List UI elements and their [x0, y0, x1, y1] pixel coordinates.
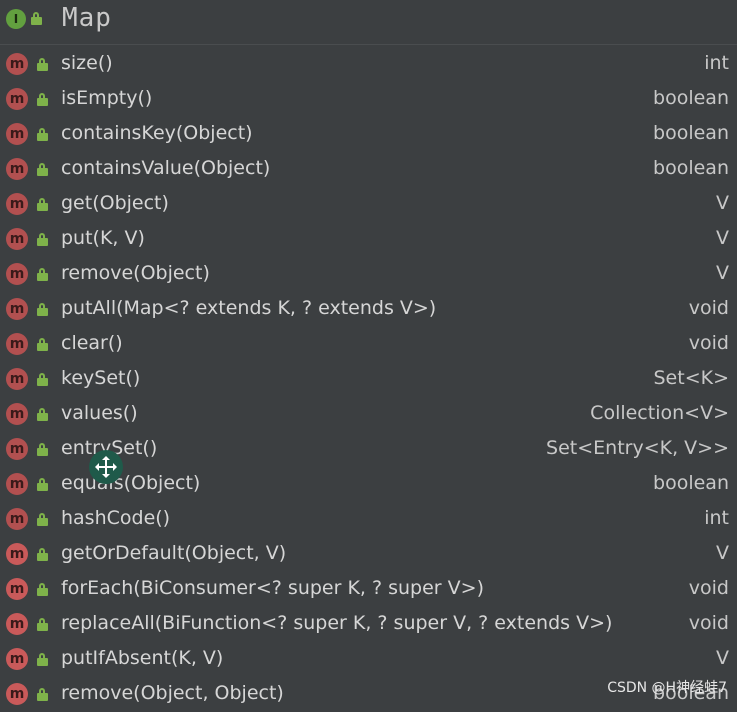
method-row[interactable]: m remove(Object) V [0, 257, 737, 292]
method-return-type: void [688, 577, 729, 599]
method-return-type: void [688, 297, 729, 319]
method-name: put(K, V) [61, 227, 145, 249]
method-row[interactable]: m putAll(Map<? extends K, ? extends V>) vo… [0, 292, 737, 327]
method-name: putIfAbsent(K, V) [61, 647, 224, 669]
method-row[interactable]: m isEmpty() boolean [0, 82, 737, 117]
method-name: containsKey(Object) [61, 122, 253, 144]
public-lock-icon [37, 303, 49, 316]
method-icon: m [6, 333, 28, 355]
method-return-type: V [716, 542, 729, 564]
method-row[interactable]: m get(Object) V [0, 187, 737, 222]
method-icon: m [6, 508, 28, 530]
method-name: keySet() [61, 367, 141, 389]
method-name: values() [61, 402, 138, 424]
method-name: putAll(Map<? extends K, ? extends V>) [61, 297, 437, 319]
method-name: equals(Object) [61, 472, 201, 494]
method-row[interactable]: m containsKey(Object) boolean [0, 117, 737, 152]
method-name: remove(Object) [61, 262, 210, 284]
method-name: get(Object) [61, 192, 169, 214]
public-lock-icon [37, 233, 49, 246]
move-cursor-icon [89, 450, 123, 484]
public-lock-icon [37, 548, 49, 561]
method-return-type: Collection<V> [590, 402, 729, 424]
public-lock-icon [37, 478, 49, 491]
interface-icon: I [6, 9, 26, 29]
method-return-type: V [716, 262, 729, 284]
method-return-type: void [688, 612, 729, 634]
method-row[interactable]: m keySet() Set<K> [0, 362, 737, 397]
method-icon: m [6, 193, 28, 215]
method-row[interactable]: m clear() void [0, 327, 737, 362]
method-icon: m [6, 648, 28, 670]
method-row[interactable]: m replaceAll(BiFunction<? super K, ? supe… [0, 607, 737, 642]
method-name: isEmpty() [61, 87, 153, 109]
public-lock-icon [37, 338, 49, 351]
public-lock-icon [37, 163, 49, 176]
public-lock-icon [37, 268, 49, 281]
method-name: getOrDefault(Object, V) [61, 542, 287, 564]
method-return-type: boolean [653, 157, 729, 179]
method-row[interactable]: m putIfAbsent(K, V) V [0, 642, 737, 677]
method-return-type: int [704, 507, 729, 529]
method-icon: m [6, 298, 28, 320]
method-return-type: Set<K> [653, 367, 730, 389]
public-lock-icon [37, 408, 49, 421]
method-name: size() [61, 52, 113, 74]
public-lock-icon [37, 618, 49, 631]
method-row[interactable]: m forEach(BiConsumer<? super K, ? super V… [0, 572, 737, 607]
method-row[interactable]: m hashCode() int [0, 502, 737, 537]
method-return-type: boolean [653, 122, 729, 144]
public-lock-icon [37, 198, 49, 211]
method-return-type: void [688, 332, 729, 354]
method-icon: m [6, 158, 28, 180]
public-lock-icon [37, 688, 49, 701]
method-name: replaceAll(BiFunction<? super K, ? super… [61, 612, 613, 634]
method-icon: m [6, 263, 28, 285]
method-return-type: int [704, 52, 729, 74]
method-name: forEach(BiConsumer<? super K, ? super V>… [61, 577, 484, 599]
public-lock-icon [37, 128, 49, 141]
public-lock-icon [37, 513, 49, 526]
method-icon: m [6, 368, 28, 390]
method-return-type: Set<Entry<K, V>> [546, 437, 729, 459]
method-name: containsValue(Object) [61, 157, 271, 179]
public-lock-icon [37, 93, 49, 106]
method-return-type: V [716, 227, 729, 249]
method-name: clear() [61, 332, 123, 354]
method-row[interactable]: m put(K, V) V [0, 222, 737, 257]
structure-header: I Map [0, 0, 737, 45]
method-icon: m [6, 228, 28, 250]
public-lock-icon [31, 12, 43, 25]
method-icon: m [6, 683, 28, 705]
method-return-type: boolean [653, 472, 729, 494]
method-icon: m [6, 88, 28, 110]
method-return-type: boolean [653, 87, 729, 109]
method-row[interactable]: m size() int [0, 47, 737, 82]
watermark-text: CSDN @H神经蛙7 [607, 680, 727, 696]
method-icon: m [6, 123, 28, 145]
public-lock-icon [37, 58, 49, 71]
public-lock-icon [37, 653, 49, 666]
interface-title: Map [62, 3, 112, 33]
method-row[interactable]: m values() Collection<V> [0, 397, 737, 432]
method-icon: m [6, 613, 28, 635]
method-icon: m [6, 473, 28, 495]
method-return-type: V [716, 192, 729, 214]
public-lock-icon [37, 583, 49, 596]
method-icon: m [6, 53, 28, 75]
method-row[interactable]: m getOrDefault(Object, V) V [0, 537, 737, 572]
method-name: remove(Object, Object) [61, 682, 284, 704]
method-row[interactable]: m containsValue(Object) boolean [0, 152, 737, 187]
method-return-type: V [716, 647, 729, 669]
method-icon: m [6, 403, 28, 425]
method-name: hashCode() [61, 507, 171, 529]
method-icon: m [6, 438, 28, 460]
method-icon: m [6, 578, 28, 600]
method-icon: m [6, 543, 28, 565]
public-lock-icon [37, 443, 49, 456]
public-lock-icon [37, 373, 49, 386]
